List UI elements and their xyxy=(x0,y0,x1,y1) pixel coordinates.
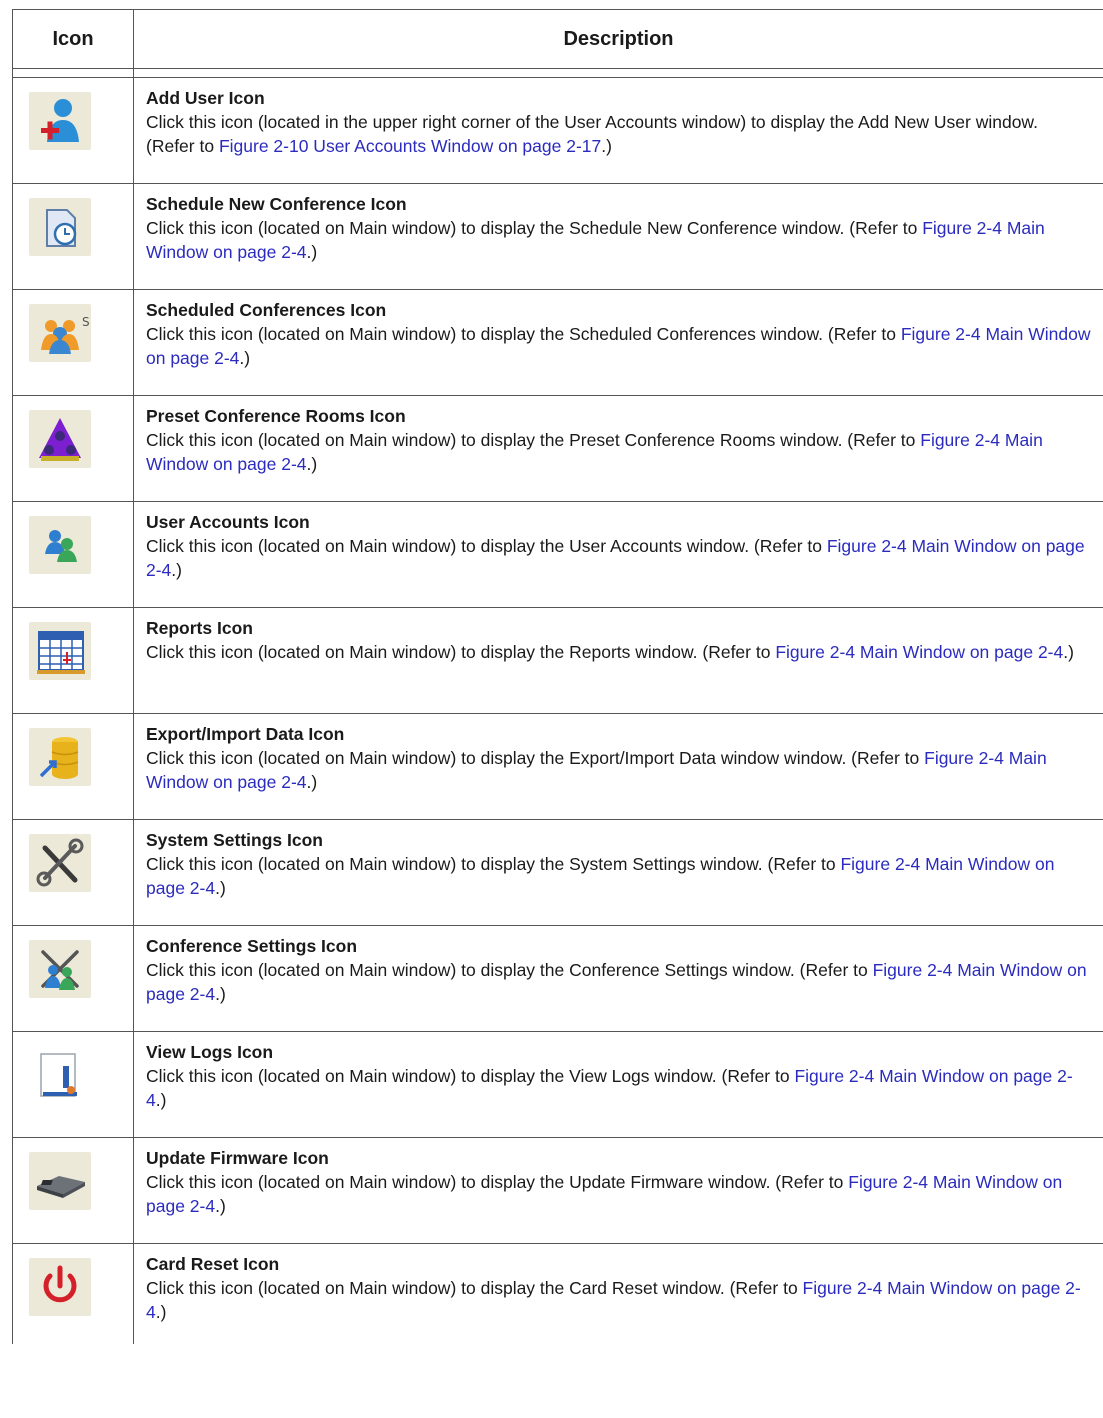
conference-settings-icon xyxy=(29,940,91,998)
row-description: Click this icon (located on Main window)… xyxy=(146,642,776,662)
svg-text:S: S xyxy=(82,315,90,329)
reports-icon xyxy=(29,622,91,680)
table-row: Update Firmware Icon Click this icon (lo… xyxy=(12,1137,1103,1244)
table-row: Preset Conference Rooms Icon Click this … xyxy=(12,395,1103,502)
add-user-icon xyxy=(29,92,91,150)
table-row: View Logs Icon Click this icon (located … xyxy=(12,1031,1103,1138)
row-description: Click this icon (located on Main window)… xyxy=(146,536,827,556)
row-description: Click this icon (located on Main window)… xyxy=(146,218,923,238)
table-row: Reports Icon Click this icon (located on… xyxy=(12,607,1103,714)
table-row: System Settings Icon Click this icon (lo… xyxy=(12,819,1103,926)
user-accounts-icon xyxy=(29,516,91,574)
table-row: S Scheduled Conferences Icon Click this … xyxy=(12,289,1103,396)
table-header-row: Icon Description xyxy=(12,9,1103,69)
preset-conference-rooms-icon xyxy=(29,410,91,468)
row-title: User Accounts Icon xyxy=(146,512,310,532)
row-title: Conference Settings Icon xyxy=(146,936,358,956)
icon-column-header: Icon xyxy=(12,9,134,69)
export-import-data-icon xyxy=(29,728,91,786)
row-description: Click this icon (located on Main window)… xyxy=(146,960,873,980)
row-title: Preset Conference Rooms Icon xyxy=(146,406,406,426)
row-description: Click this icon (located on Main window)… xyxy=(146,1278,803,1298)
update-firmware-icon xyxy=(29,1152,91,1210)
row-title: Schedule New Conference Icon xyxy=(146,194,407,214)
system-settings-icon xyxy=(29,834,91,892)
table-row: Conference Settings Icon Click this icon… xyxy=(12,925,1103,1032)
row-title: Update Firmware Icon xyxy=(146,1148,329,1168)
figure-link[interactable]: Figure 2-10 User Accounts Window on page… xyxy=(219,136,601,156)
scheduled-conferences-icon: S xyxy=(29,304,91,362)
card-reset-icon xyxy=(29,1258,91,1316)
icon-reference-table: Icon Description Add User Icon Click thi… xyxy=(12,9,1103,1344)
row-description: Click this icon (located on Main window)… xyxy=(146,324,901,344)
row-title: Card Reset Icon xyxy=(146,1254,280,1274)
row-title: View Logs Icon xyxy=(146,1042,274,1062)
header-separator xyxy=(12,68,1103,78)
row-title: System Settings Icon xyxy=(146,830,323,850)
description-column-header: Description xyxy=(133,9,1103,69)
figure-link[interactable]: Figure 2-4 Main Window on page 2-4 xyxy=(775,642,1063,662)
row-title: Scheduled Conferences Icon xyxy=(146,300,387,320)
row-description: Click this icon (located on Main window)… xyxy=(146,1066,795,1086)
row-description: Click this icon (located on Main window)… xyxy=(146,748,925,768)
table-row: Card Reset Icon Click this icon (located… xyxy=(12,1243,1103,1344)
table-row: Export/Import Data Icon Click this icon … xyxy=(12,713,1103,820)
view-logs-icon xyxy=(29,1046,91,1104)
table-row: Add User Icon Click this icon (located i… xyxy=(12,77,1103,184)
row-description: Click this icon (located on Main window)… xyxy=(146,854,841,874)
table-row: Schedule New Conference Icon Click this … xyxy=(12,183,1103,290)
row-title: Reports Icon xyxy=(146,618,253,638)
row-description: Click this icon (located on Main window)… xyxy=(146,430,921,450)
row-description: Click this icon (located on Main window)… xyxy=(146,1172,849,1192)
row-title: Export/Import Data Icon xyxy=(146,724,345,744)
schedule-new-conference-icon xyxy=(29,198,91,256)
row-title: Add User Icon xyxy=(146,88,265,108)
table-row: User Accounts Icon Click this icon (loca… xyxy=(12,501,1103,608)
